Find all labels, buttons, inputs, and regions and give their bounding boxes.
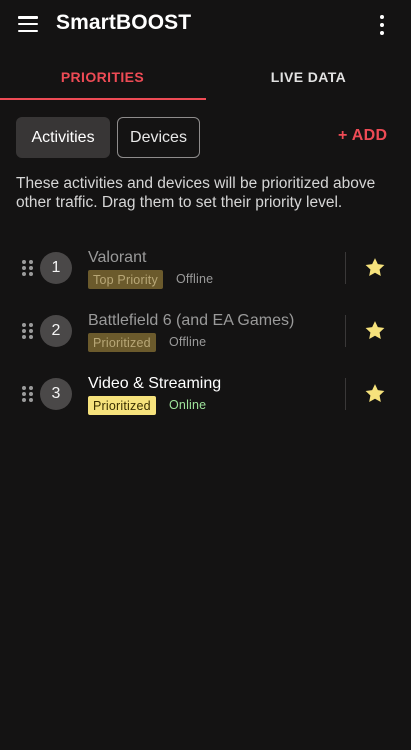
status-text: Offline — [176, 272, 214, 286]
star-icon[interactable] — [363, 318, 387, 342]
item-name: Battlefield 6 (and EA Games) — [88, 312, 295, 329]
priority-badge: Prioritized — [88, 333, 156, 352]
priority-badge: Top Priority — [88, 270, 163, 289]
activities-filter-chip[interactable]: Activities — [16, 117, 110, 158]
hamburger-menu-icon[interactable] — [18, 16, 38, 32]
divider — [345, 315, 346, 347]
priority-item[interactable]: 1 Valorant Top Priority Offline — [0, 243, 411, 293]
priority-badge: Prioritized — [88, 396, 156, 415]
drag-handle-icon[interactable] — [22, 260, 34, 276]
description-text: These activities and devices will be pri… — [16, 175, 376, 211]
drag-handle-icon[interactable] — [22, 323, 34, 339]
more-vert-icon[interactable] — [377, 15, 387, 35]
star-icon[interactable] — [363, 255, 387, 279]
priority-number: 3 — [40, 378, 72, 410]
tab-live-data[interactable]: LIVE DATA — [206, 52, 411, 101]
status-text: Offline — [169, 335, 207, 349]
drag-handle-icon[interactable] — [22, 386, 34, 402]
app-title: SmartBOOST — [56, 11, 192, 34]
active-tab-indicator — [0, 98, 206, 100]
item-name: Valorant — [88, 249, 147, 266]
priority-number: 2 — [40, 315, 72, 347]
item-name: Video & Streaming — [88, 375, 222, 392]
tab-bar: PRIORITIES LIVE DATA — [0, 52, 411, 101]
priority-item[interactable]: 2 Battlefield 6 (and EA Games) Prioritiz… — [0, 306, 411, 356]
star-icon[interactable] — [363, 381, 387, 405]
add-button[interactable]: + ADD — [338, 127, 387, 145]
priority-item[interactable]: 3 Video & Streaming Prioritized Online — [0, 369, 411, 419]
divider — [345, 252, 346, 284]
tab-priorities[interactable]: PRIORITIES — [0, 52, 205, 101]
priority-number: 1 — [40, 252, 72, 284]
app-bar: SmartBOOST — [0, 0, 411, 50]
devices-filter-chip[interactable]: Devices — [117, 117, 200, 158]
status-text: Online — [169, 398, 207, 412]
divider — [345, 378, 346, 410]
